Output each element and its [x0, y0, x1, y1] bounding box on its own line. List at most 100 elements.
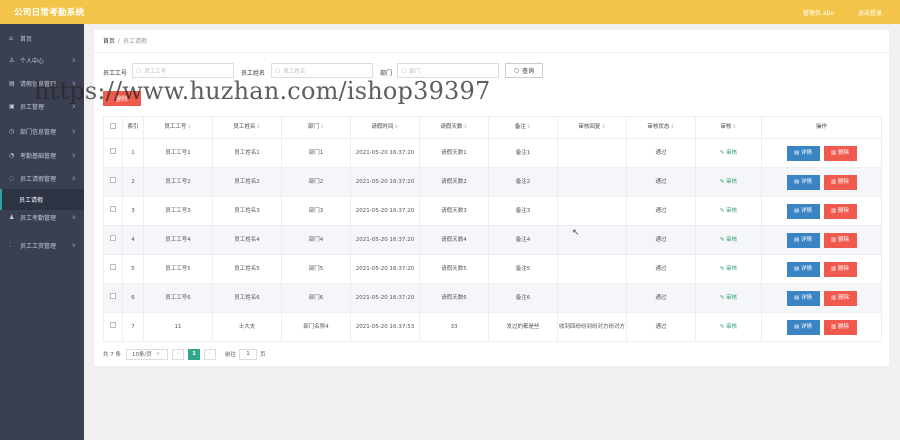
sidebar-item-6[interactable]: ◌ 员工请假管理 ∧ — [0, 167, 84, 189]
row-checkbox[interactable] — [103, 138, 123, 168]
row-checkbox[interactable] — [103, 283, 123, 313]
app-title: 公司日常考勤系统 — [14, 8, 85, 18]
detail-button[interactable]: ▤ 详情 — [786, 290, 820, 306]
header-dept[interactable]: 部门⇕ — [281, 116, 351, 139]
cell-days: 请假天数1 — [419, 138, 489, 168]
goto-page-input[interactable]: 1 — [239, 348, 258, 360]
cell-time: 2021-05-20 16:37:20 — [350, 196, 420, 226]
delete-button[interactable]: ▥ 删除 — [823, 145, 857, 161]
cell-note: 备注5 — [488, 254, 558, 284]
cell-status: 通过 — [626, 254, 696, 284]
chevron-icon: ∨ — [71, 56, 76, 64]
search-button[interactable]: ○ 查询 — [505, 63, 543, 78]
current-page-button[interactable]: 1 — [188, 348, 200, 360]
detail-button[interactable]: ▤ 详情 — [786, 261, 820, 277]
delete-button[interactable]: ▥ 删除 — [823, 174, 857, 190]
cell-index: 5 — [122, 254, 144, 284]
sidebar-item-8[interactable]: ⁚ 员工工资管理 ∨ — [0, 234, 84, 256]
cell-name: 员工姓名1 — [212, 138, 282, 168]
header-emp-no[interactable]: 员工工号⇕ — [143, 116, 213, 139]
audit-link[interactable]: ✎ 审核 — [695, 167, 762, 197]
detail-button[interactable]: ▤ 详情 — [786, 174, 820, 190]
delete-button[interactable]: ▥ 删除 — [823, 203, 857, 219]
header-days[interactable]: 请假天数⇕ — [419, 116, 489, 139]
cell-reply — [557, 138, 627, 168]
search-button-label: 查询 — [522, 68, 535, 75]
delete-button[interactable]: ▥ 删除 — [823, 290, 857, 306]
cell-dept: 部门1 — [281, 138, 351, 168]
header-reply[interactable]: 审核回复⇕ — [557, 116, 627, 139]
detail-button[interactable]: ▤ 详情 — [786, 319, 820, 335]
cell-status: 通过 — [626, 283, 696, 313]
cell-emp_no: 员工工号1 — [143, 138, 213, 168]
header-audit[interactable]: 审核⇕ — [695, 116, 762, 139]
cell-note: 备注1 — [488, 138, 558, 168]
audit-link[interactable]: ✎ 审核 — [695, 138, 762, 168]
table-row: 3 员工工号3 员工姓名3 部门3 2021-05-20 16:37:20 请假天数3 备注… — [103, 196, 882, 226]
actions-cell: ▤ 详情 ▥ 删除 — [761, 254, 882, 284]
edit-icon: ✎ — [719, 236, 725, 243]
sidebar-item-5[interactable]: ◔ 考勤基础管理 ∨ — [0, 144, 84, 166]
row-checkbox[interactable] — [103, 196, 123, 226]
audit-link[interactable]: ✎ 审核 — [695, 225, 762, 255]
cell-days: 33 — [419, 312, 489, 342]
dept-input[interactable]: ○ 部门 — [397, 63, 499, 78]
actions-cell: ▤ 详情 ▥ 删除 — [761, 196, 882, 226]
chevron-icon: ∨ — [71, 213, 76, 221]
row-checkbox[interactable] — [103, 225, 123, 255]
delete-button[interactable]: ▥ 删除 — [823, 319, 857, 335]
pagination: 共 7 条 10条/页 ∨ ‹ 1 › 前往 1 页 — [103, 348, 266, 360]
audit-link[interactable]: ✎ 审核 — [695, 254, 762, 284]
row-checkbox[interactable] — [103, 167, 123, 197]
cell-time: 2021-05-20 16:37:20 — [350, 283, 420, 313]
sort-icon: ⇕ — [187, 124, 192, 130]
sidebar-item-label: 个人中心 — [20, 57, 45, 65]
cell-name: 员工姓名4 — [212, 225, 282, 255]
next-page-button[interactable]: › — [204, 348, 216, 360]
trash-icon: ▥ — [831, 178, 837, 185]
emp-name-input[interactable]: ○ 员工姓名 — [271, 63, 373, 78]
breadcrumb-current: 员工请假 — [123, 38, 148, 45]
header-name[interactable]: 员工姓名⇕ — [212, 116, 282, 139]
actions-cell: ▤ 详情 ▥ 删除 — [761, 283, 882, 313]
table-row: 5 员工工号5 员工姓名5 部门5 2021-05-20 16:37:20 请假天数5 备注… — [103, 254, 882, 284]
detail-button[interactable]: ▤ 详情 — [786, 203, 820, 219]
cell-reply — [557, 254, 627, 284]
header-time[interactable]: 请假时间⇕ — [350, 116, 420, 139]
cell-status: 通过 — [626, 196, 696, 226]
sidebar-item-4[interactable]: ◷ 部门信息管理 ∨ — [0, 120, 84, 142]
mouse-cursor-icon: ↖ — [572, 228, 580, 238]
document-icon: ▤ — [794, 323, 800, 330]
row-checkbox[interactable] — [103, 254, 123, 284]
current-user[interactable]: 管理员 abo — [803, 8, 834, 17]
watermark-text: https://www.huzhan.com/ishop39397 — [34, 77, 491, 105]
sort-icon: ⇕ — [463, 124, 468, 130]
audit-link[interactable]: ✎ 审核 — [695, 196, 762, 226]
cell-dept: 部门6 — [281, 283, 351, 313]
sidebar-item-label: 员工工资管理 — [20, 242, 57, 250]
detail-button[interactable]: ▤ 详情 — [786, 145, 820, 161]
header-status[interactable]: 审核状态⇕ — [626, 116, 696, 139]
header-note[interactable]: 备注⇕ — [488, 116, 558, 139]
leave-icon: ◌ — [9, 174, 15, 182]
delete-button[interactable]: ▥ 删除 — [823, 261, 857, 277]
breadcrumb-home[interactable]: 首页 — [103, 38, 115, 45]
delete-button[interactable]: ▥ 删除 — [823, 232, 857, 248]
page-size-select[interactable]: 10条/页 ∨ — [126, 348, 168, 360]
emp-no-input[interactable]: ○ 员工工号 — [132, 63, 234, 78]
select-all-checkbox[interactable] — [103, 116, 123, 139]
goto-label: 前往 — [225, 352, 237, 358]
sidebar-subitem-leave[interactable]: 员工请假 — [0, 189, 84, 210]
logout-link[interactable]: 退出登录 — [858, 8, 882, 17]
search-icon: ○ — [275, 67, 281, 74]
audit-link[interactable]: ✎ 审核 — [695, 312, 762, 342]
detail-button[interactable]: ▤ 详情 — [786, 232, 820, 248]
row-checkbox[interactable] — [103, 312, 123, 342]
audit-link[interactable]: ✎ 审核 — [695, 283, 762, 313]
sidebar-item-1[interactable]: ♙ 个人中心 ∨ — [0, 49, 84, 71]
sidebar-item-0[interactable]: ⌂ 首页 — [0, 27, 84, 49]
cell-emp_no: 员工工号5 — [143, 254, 213, 284]
prev-page-button[interactable]: ‹ — [172, 348, 184, 360]
search-icon: ○ — [513, 67, 520, 74]
actions-cell: ▤ 详情 ▥ 删除 — [761, 167, 882, 197]
